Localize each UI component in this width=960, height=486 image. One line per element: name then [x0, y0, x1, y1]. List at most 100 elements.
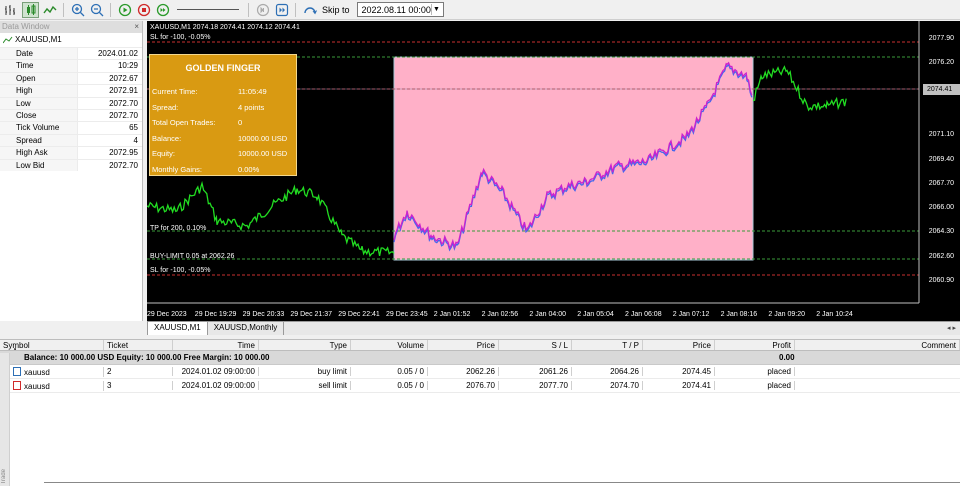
data-row-label: Open	[0, 72, 78, 85]
golden-finger-stat-value: 0.00%	[238, 164, 260, 174]
data-row-value: 4	[133, 135, 138, 145]
data-row-label: Close	[0, 109, 78, 122]
order-symbol-cell: xauusd	[0, 380, 104, 391]
sl-label-top: SL for -100, -0.05%	[150, 34, 211, 41]
line-chart-icon	[3, 36, 13, 44]
chart-header: XAUUSD,M1 2074.18 2074.41 2074.12 2074.4…	[150, 24, 300, 31]
speed-slider[interactable]	[177, 2, 239, 18]
time-axis-tick: 29 Dec 19:29	[194, 311, 237, 318]
data-row-label: Tick Volume	[0, 122, 78, 134]
data-row-value: 2072.91	[109, 86, 138, 96]
price-series-before	[147, 180, 395, 258]
price-axis-tick: 2062.60	[928, 253, 954, 260]
play-icon[interactable]	[116, 2, 133, 18]
skip-date-select[interactable]: 2022.08.11 00:00 ▼	[356, 2, 444, 17]
balance-row: • Balance: 10 000.00 USD Equity: 10 000.…	[0, 347, 960, 365]
toolbar-separator	[248, 2, 249, 17]
data-row: Close 2072.70	[0, 108, 142, 122]
tab-xauusd-monthly[interactable]: XAUUSD,Monthly	[208, 322, 285, 335]
chart-mode-icon[interactable]	[3, 2, 20, 18]
price-axis-tick: 2064.30	[928, 228, 954, 235]
data-row: Low 2072.70	[0, 96, 142, 109]
data-row-value: 2072.70	[109, 110, 138, 120]
col-tp[interactable]: T / P	[572, 340, 643, 350]
toolbar-separator	[63, 2, 64, 17]
next-bar-icon[interactable]	[273, 2, 290, 18]
order-profit: placed	[715, 381, 795, 390]
data-window: Data Window × XAUUSD,M1 Date 2024.01.02 Ti…	[0, 21, 143, 321]
golden-finger-stat-label: Current Time:	[152, 87, 198, 96]
toolbar-separator	[110, 2, 111, 17]
symbol-label: XAUUSD,M1	[15, 35, 62, 44]
golden-finger-stat-value: 11:05:49	[238, 87, 267, 96]
time-axis-tick: 29 Dec 23:45	[386, 311, 428, 318]
price-axis-tick: 2066.00	[928, 204, 954, 211]
line-chart-icon[interactable]	[41, 2, 58, 18]
col-volume[interactable]: Volume	[351, 340, 428, 350]
golden-finger-stat-label: Total Open Trades:	[152, 118, 216, 127]
skip-date-value: 2022.08.11 00:00	[361, 4, 431, 15]
tabs-scroll-icon[interactable]: ◂ ▸	[947, 324, 956, 332]
data-row-value: 2072.95	[109, 148, 138, 158]
candlestick-icon[interactable]	[22, 1, 39, 18]
time-axis-tick: 29 Dec 22:41	[338, 311, 380, 318]
time-axis-tick: 2 Jan 06:08	[625, 311, 662, 318]
golden-finger-stat-label: Spread:	[152, 102, 179, 112]
col-time[interactable]: Time	[173, 340, 259, 350]
col-sl[interactable]: S / L	[499, 340, 572, 350]
order-row[interactable]: xauusd 3 2024.01.02 09:00:00 sell limit 0.05…	[0, 379, 960, 393]
data-row: Low Bid 2072.70	[0, 158, 142, 171]
data-row: Spread 4	[0, 133, 142, 147]
price-chart[interactable]: XAUUSD,M1 2074.18 2074.41 2074.12 2074.4…	[147, 21, 960, 321]
col-comment[interactable]: Comment	[795, 340, 960, 350]
zoom-out-icon[interactable]	[88, 2, 105, 18]
trade-terminal: Symbol Ticket Time Type Volume Price S /…	[0, 339, 960, 486]
order-type: buy limit	[259, 367, 351, 376]
skip-icon[interactable]	[301, 2, 318, 18]
time-axis-tick: 2 Jan 01:52	[433, 311, 471, 318]
terminal-side-strip: Trade	[0, 353, 10, 486]
order-tp: 2064.26	[572, 367, 643, 376]
data-row-value: 2024.01.02	[97, 49, 138, 58]
close-icon[interactable]: ×	[134, 21, 139, 33]
col-type[interactable]: Type	[259, 340, 351, 350]
data-row-label: High Ask	[0, 147, 78, 159]
data-row-label: Time	[0, 60, 78, 72]
price-axis-tick: 2077.90	[928, 35, 954, 42]
order-current-price: 2074.41	[643, 381, 715, 390]
data-row-label: Low Bid	[0, 159, 78, 171]
time-axis-tick: 2 Jan 04:00	[529, 311, 566, 318]
col-price[interactable]: Price	[428, 340, 499, 350]
orders-header: Symbol Ticket Time Type Volume Price S /…	[0, 339, 960, 351]
data-row-value: 2072.67	[109, 73, 138, 83]
data-row: Date 2024.01.02	[0, 47, 142, 60]
col-current-price[interactable]: Price	[643, 340, 715, 350]
tab-xauusd-m1[interactable]: XAUUSD,M1	[147, 322, 208, 335]
data-window-title: Data Window	[2, 22, 50, 31]
golden-finger-title: GOLDEN FINGER	[185, 63, 261, 73]
order-time: 2024.01.02 09:00:00	[173, 367, 259, 376]
data-row: Tick Volume 65	[0, 121, 142, 134]
chart-tabs: XAUUSD,M1 XAUUSD,Monthly ◂ ▸	[147, 321, 960, 335]
golden-finger-stat-label: Monthly Gains:	[152, 164, 203, 174]
col-ticket[interactable]: Ticket	[104, 340, 173, 350]
chevron-down-icon[interactable]: ▼	[430, 4, 442, 15]
order-row[interactable]: xauusd 2 2024.01.02 09:00:00 buy limit 0.05 …	[0, 365, 960, 379]
order-price: 2076.70	[428, 381, 499, 390]
sell-order-icon	[13, 380, 21, 390]
step-icon[interactable]	[154, 2, 171, 18]
balance-summary: • Balance: 10 000.00 USD Equity: 10 000.…	[0, 347, 779, 362]
pause-icon[interactable]	[254, 2, 271, 18]
zoom-in-icon[interactable]	[69, 2, 86, 18]
order-volume: 0.05 / 0	[351, 367, 428, 376]
order-symbol: xauusd	[24, 367, 50, 377]
data-row-label: High	[0, 85, 78, 97]
order-price: 2062.26	[428, 367, 499, 376]
stop-icon[interactable]	[135, 2, 152, 18]
data-row-value: 10:29	[117, 61, 138, 71]
col-profit[interactable]: Profit	[715, 340, 795, 350]
data-row: Open 2072.67	[0, 71, 142, 85]
price-axis-tick: 2071.10	[928, 131, 954, 138]
golden-finger-stat-value: 10000.00 USD	[238, 149, 288, 158]
golden-finger-stat-value: 4 points	[238, 102, 265, 112]
